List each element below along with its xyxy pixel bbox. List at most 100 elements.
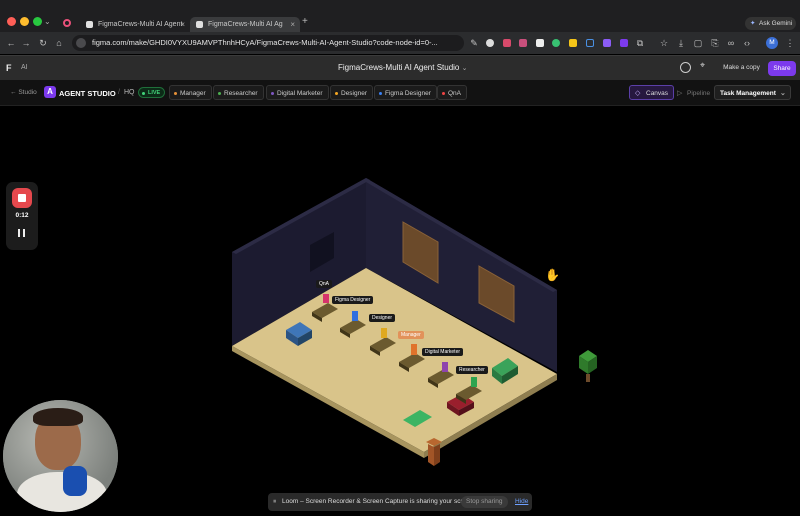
site-info-icon[interactable] (76, 38, 86, 48)
status-dot-icon (442, 92, 445, 95)
home-icon[interactable]: ⌂ (53, 37, 65, 49)
bookmark-icon[interactable]: ☆ (658, 37, 670, 49)
comment-icon[interactable] (680, 62, 691, 73)
download-icon[interactable]: ⤓ (675, 37, 687, 49)
extension-icon[interactable] (519, 39, 527, 47)
pause-share-icon: ⏸ (273, 498, 277, 505)
agent-filter-researcher[interactable]: Researcher (213, 85, 264, 100)
reload-icon[interactable]: ↻ (37, 37, 49, 49)
file-title-text: FigmaCrews-Multi AI Agent Studio (338, 63, 460, 72)
hq-breadcrumb[interactable]: HQ (124, 89, 135, 96)
figma-header: F AI FigmaCrews-Multi AI Agent Studio ⌄ … (0, 55, 800, 80)
extension-icon[interactable] (552, 39, 560, 47)
browser-tab-strip: ⌄ FigmaCrews-Multi AI Agent × FigmaCrews… (0, 0, 800, 32)
back-to-studio-link[interactable]: ← Studio (10, 89, 37, 96)
maximize-window-button[interactable] (33, 17, 42, 26)
extension-icon[interactable] (486, 39, 494, 47)
pause-icon[interactable] (23, 229, 25, 237)
pen-extension-icon[interactable]: ✎ (468, 37, 480, 49)
hide-share-bar-link[interactable]: Hide (515, 493, 528, 511)
stop-square-icon (18, 194, 26, 202)
extension-icon[interactable] (503, 39, 511, 47)
agent-filter-label: Designer (341, 90, 368, 97)
tab-search-icon[interactable]: ⌄ (44, 17, 51, 26)
breadcrumb-separator: / (118, 89, 120, 96)
make-a-copy-button[interactable]: Make a copy (719, 61, 764, 75)
browser-menu-icon[interactable]: ⋮ (784, 37, 796, 49)
recording-timer: 0:12 (15, 212, 29, 219)
agent-label-qna[interactable]: QnA (316, 280, 333, 288)
agent-label-designer[interactable]: Designer (369, 314, 396, 322)
agent-filter-label: QnA (448, 90, 462, 97)
agent-label-figma-designer[interactable]: Figma Designer (332, 296, 374, 304)
agent-filter-label: Manager (180, 90, 206, 97)
app-title: AGENT STUDIO (59, 89, 116, 98)
studio-label: Studio (18, 89, 37, 96)
agent-filter-figma-designer[interactable]: Figma Designer (374, 85, 437, 100)
agent-filter-designer[interactable]: Designer (330, 85, 374, 100)
devtools-icon[interactable]: ‹› (741, 37, 753, 49)
extension-icon[interactable] (536, 39, 544, 47)
stop-sharing-button[interactable]: Stop sharing (461, 496, 508, 508)
tab-2[interactable]: FigmaCrews-Multi AI Ag × (190, 17, 300, 32)
hand-cursor-icon: ✋ (545, 268, 560, 282)
agent-label-manager[interactable]: Manager (398, 331, 424, 339)
status-dot-icon (379, 92, 382, 95)
microphone (63, 466, 87, 496)
tab-1[interactable]: FigmaCrews-Multi AI Agent × (80, 17, 190, 32)
agent-label-digital-marketer[interactable]: Digital Marketer (422, 348, 464, 356)
webcam-bubble[interactable] (3, 400, 118, 512)
task-management-label: Task Management (720, 90, 776, 97)
back-icon[interactable]: ← (5, 37, 17, 49)
agent-filter-label: Digital Marketer (277, 90, 323, 97)
live-dot-icon (142, 91, 145, 95)
pause-icon[interactable] (18, 229, 20, 237)
agent-studio-logo: A (44, 86, 56, 98)
agent-filter-qna[interactable]: QnA (437, 85, 468, 100)
focus-mode-icon[interactable]: ⌖ (700, 60, 705, 71)
live-label: LIVE (148, 90, 161, 96)
close-tab-icon[interactable]: × (180, 17, 185, 32)
extensions-puzzle-icon[interactable]: ⧉ (634, 37, 646, 49)
close-window-button[interactable] (7, 17, 16, 26)
pipeline-label: Pipeline (687, 90, 711, 97)
file-title[interactable]: FigmaCrews-Multi AI Agent Studio ⌄ (338, 63, 468, 72)
office-canvas[interactable]: ✋ (0, 107, 800, 516)
figma-logo-icon[interactable]: F (6, 63, 12, 73)
agent-filter-manager[interactable]: Manager (169, 85, 212, 100)
forward-icon[interactable]: → (20, 37, 32, 49)
url-text: figma.com/make/GHDI0VYXU9AMVPThnhHCyA/Fi… (92, 38, 438, 47)
agent-filter-digital-marketer[interactable]: Digital Marketer (266, 85, 329, 100)
stop-recording-button[interactable] (12, 188, 32, 208)
extension-icon[interactable] (620, 39, 628, 47)
canvas-view-button[interactable]: ◇ Canvas (629, 85, 675, 100)
loom-recorder-panel: 0:12 (6, 182, 38, 250)
person-hair (33, 408, 83, 426)
close-tab-icon[interactable]: × (290, 17, 295, 32)
copy-icon[interactable]: ⎘ (709, 37, 721, 49)
ai-label[interactable]: AI (21, 64, 28, 71)
status-dot-icon (218, 92, 221, 95)
figma-favicon-icon (86, 21, 93, 28)
screenshot-icon[interactable]: ▢ (692, 37, 704, 49)
pipeline-view-button[interactable]: ▷ Pipeline (672, 85, 716, 100)
profile-avatar[interactable]: M (766, 37, 778, 49)
agent-label-researcher[interactable]: Researcher (456, 366, 488, 374)
agent-filter-label: Researcher (224, 90, 258, 97)
task-management-dropdown[interactable]: Task Management ⌄ (714, 85, 791, 100)
new-tab-button[interactable]: + (302, 16, 308, 27)
link-icon[interactable]: ∞ (725, 37, 737, 49)
canvas-label: Canvas (646, 90, 669, 97)
extension-icon[interactable] (586, 39, 594, 47)
person-shirt (17, 472, 107, 512)
status-dot-icon (174, 92, 177, 95)
minimize-window-button[interactable] (20, 17, 29, 26)
screen-share-bar: ⏸ Loom – Screen Recorder & Screen Captur… (268, 493, 532, 511)
ask-gemini-label: Ask Gemini (759, 20, 793, 27)
gemini-sparkle-icon: ✦ (750, 20, 756, 27)
extension-icon[interactable] (569, 39, 577, 47)
wooden-podium (426, 438, 442, 466)
extension-icon[interactable] (603, 39, 611, 47)
share-button[interactable]: Share (768, 61, 796, 76)
ask-gemini-button[interactable]: ✦ Ask Gemini (745, 17, 796, 30)
